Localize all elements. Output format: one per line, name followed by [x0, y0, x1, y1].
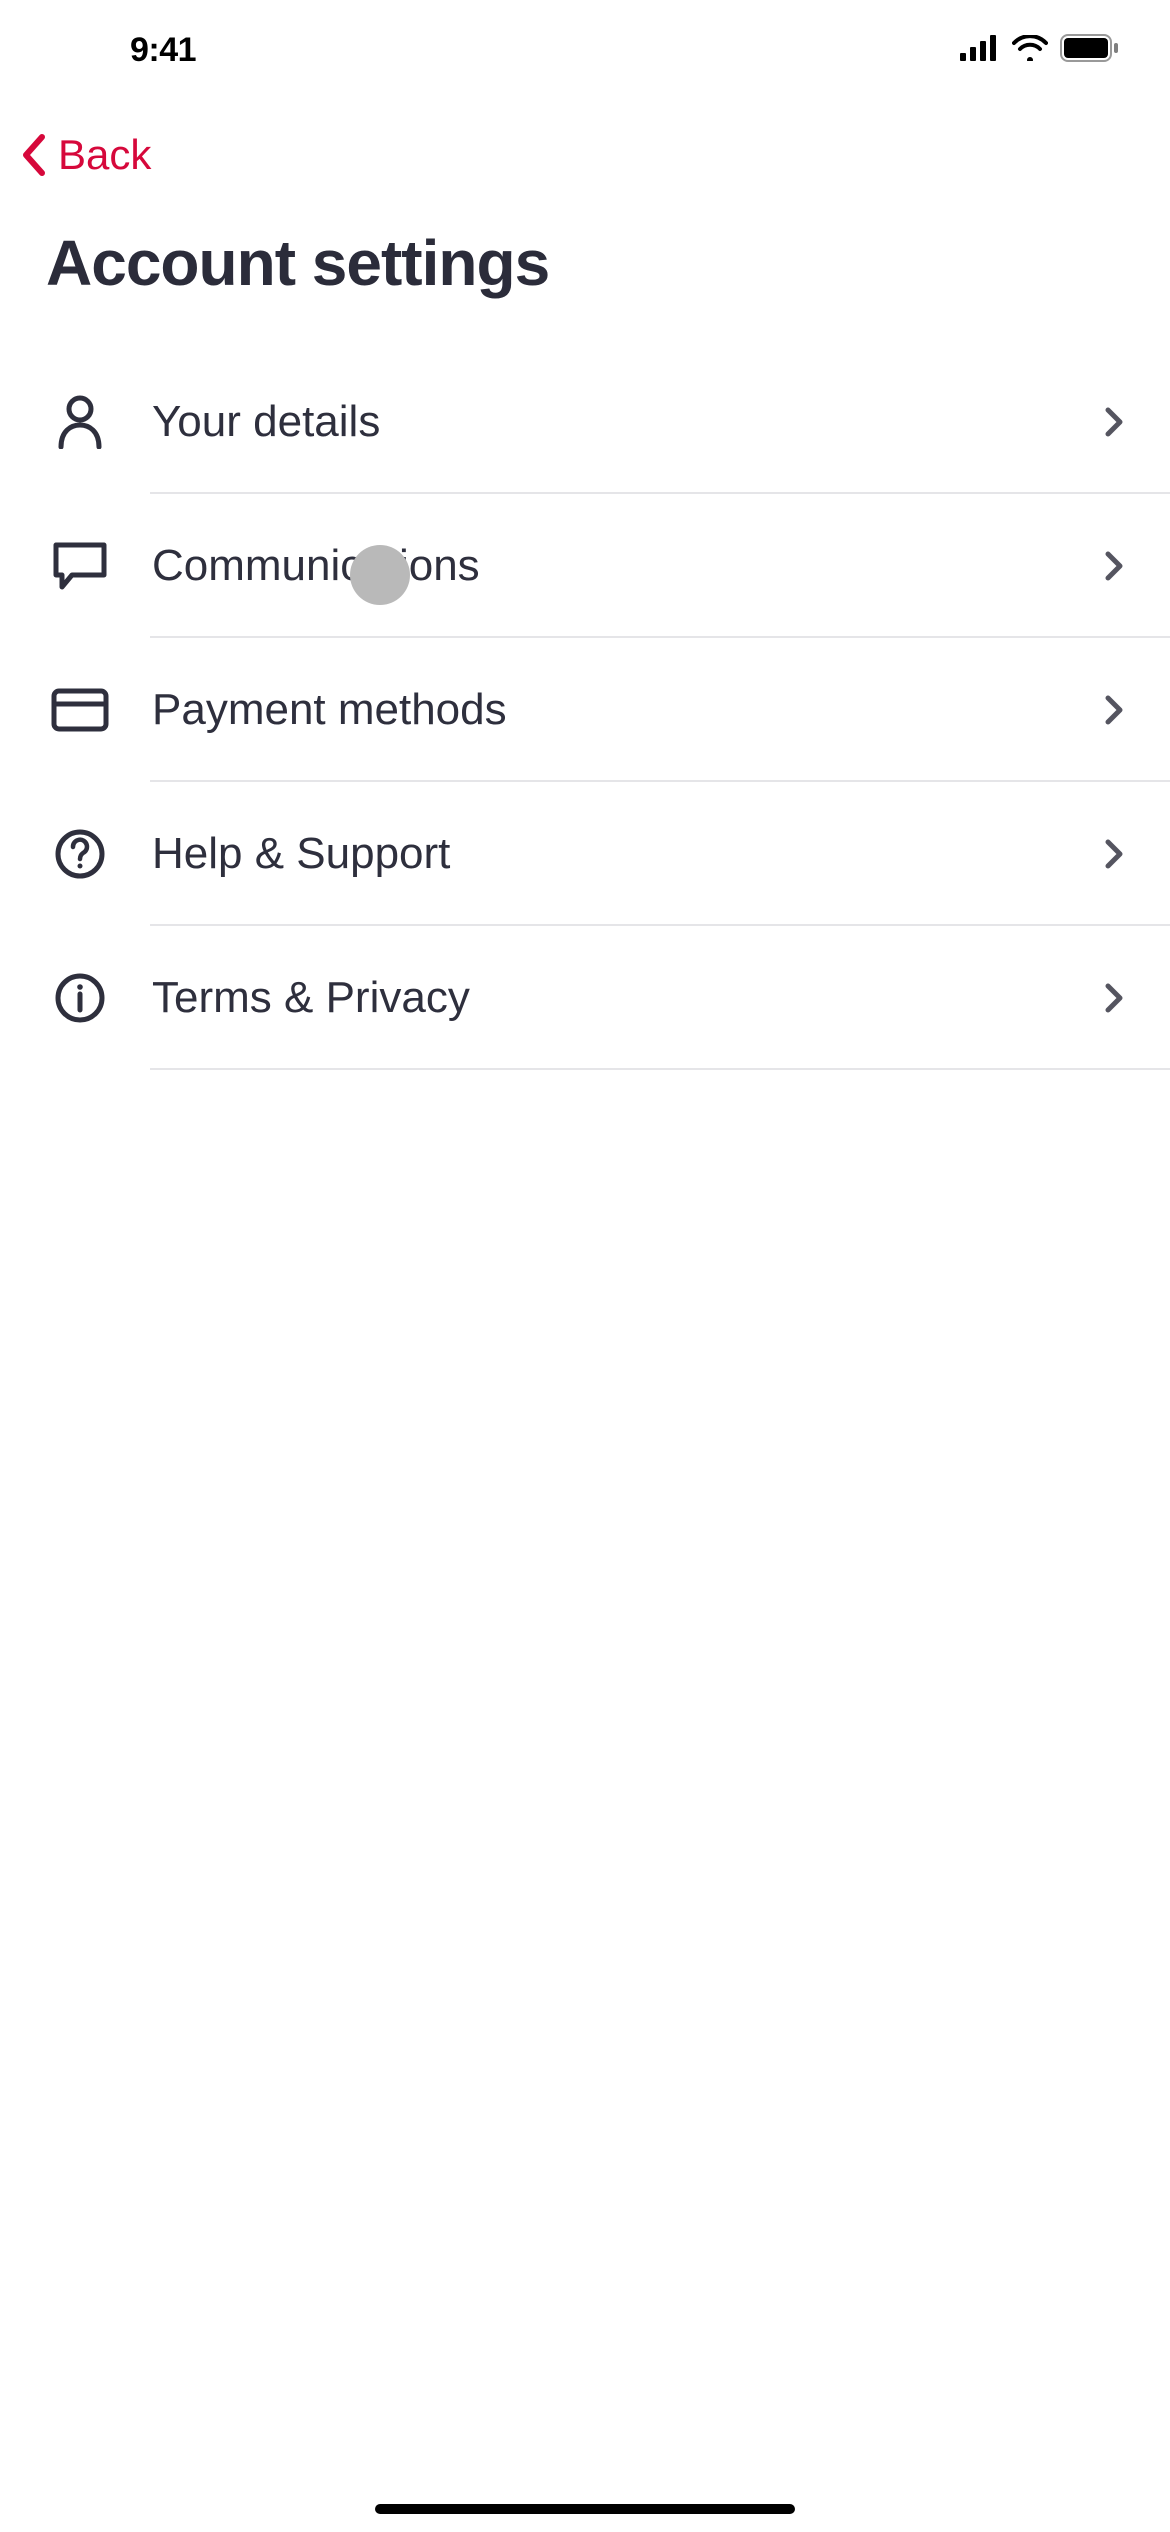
settings-item-your-details[interactable]: Your details: [0, 350, 1170, 494]
battery-icon: [1060, 34, 1120, 67]
status-icons: [960, 34, 1120, 67]
chevron-right-icon: [1098, 550, 1130, 582]
help-icon: [50, 824, 110, 884]
settings-item-communications[interactable]: Communications: [0, 494, 1170, 638]
settings-item-label: Help & Support: [110, 829, 1098, 879]
home-indicator: [375, 2504, 795, 2514]
settings-list: Your details Communications Payment meth…: [0, 350, 1170, 1070]
info-icon: [50, 968, 110, 1028]
settings-item-help-support[interactable]: Help & Support: [0, 782, 1170, 926]
wifi-icon: [1012, 35, 1048, 66]
card-icon: [50, 680, 110, 740]
chevron-right-icon: [1098, 694, 1130, 726]
settings-item-label: Payment methods: [110, 685, 1098, 735]
status-time: 9:41: [130, 31, 196, 70]
back-button[interactable]: Back: [0, 100, 1170, 198]
page-title: Account settings: [0, 198, 1170, 350]
chevron-left-icon: [18, 130, 48, 180]
settings-item-terms-privacy[interactable]: Terms & Privacy: [0, 926, 1170, 1070]
settings-item-label: Your details: [110, 397, 1098, 447]
chat-icon: [50, 536, 110, 596]
settings-item-label: Communications: [110, 541, 1098, 591]
back-label: Back: [58, 131, 151, 179]
user-icon: [50, 392, 110, 452]
chevron-right-icon: [1098, 982, 1130, 1014]
chevron-right-icon: [1098, 406, 1130, 438]
cellular-icon: [960, 35, 1000, 66]
settings-item-label: Terms & Privacy: [110, 973, 1098, 1023]
settings-item-payment-methods[interactable]: Payment methods: [0, 638, 1170, 782]
status-bar: 9:41: [0, 0, 1170, 100]
chevron-right-icon: [1098, 838, 1130, 870]
